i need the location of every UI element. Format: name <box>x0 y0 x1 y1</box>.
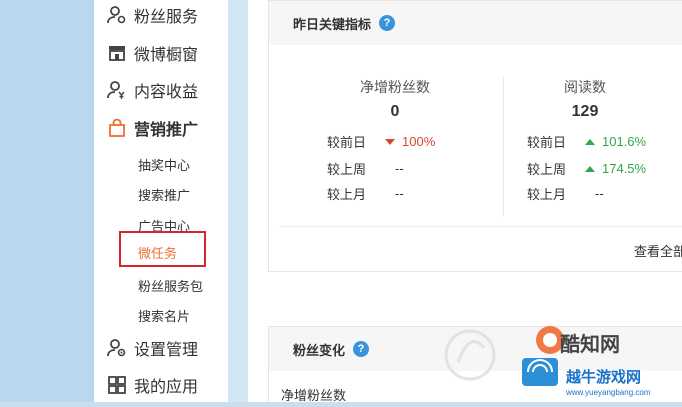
sidebar-item-settings[interactable]: 设置管理 <box>106 335 198 361</box>
card-title: 昨日关键指标 <box>293 16 372 32</box>
shopping-bag-icon <box>106 117 128 139</box>
row-label: 较前日 <box>327 135 367 150</box>
sidebar-item-my-apps[interactable]: 我的应用 <box>106 372 198 398</box>
sidebar-item-fans-service[interactable]: 粉丝服务 <box>106 2 198 28</box>
row-value: 101.6% <box>602 134 647 149</box>
storefront-icon <box>106 42 128 64</box>
sidebar: 粉丝服务 微博橱窗 内容收益 营销推广 抽奖中心 搜索推广 广告中心 微任务 粉… <box>94 0 228 402</box>
sub-item-lottery-center[interactable]: 抽奖中心 <box>138 155 190 174</box>
watermark-logo-icon <box>444 326 564 386</box>
view-all-link[interactable]: 查看全部 <box>634 241 682 260</box>
row-value: -- <box>395 186 404 201</box>
person-settings-icon <box>106 337 128 359</box>
metric-row: 较上周 -- <box>327 159 404 178</box>
sidebar-item-weibo-showcase[interactable]: 微博橱窗 <box>106 40 198 66</box>
metric-value: 129 <box>571 103 599 120</box>
row-label: 较上周 <box>327 162 367 177</box>
metric-net-fans: 净增粉丝数 0 较前日 100% 较上周 -- 较上月 -- <box>289 77 501 227</box>
metric-row: 较前日 101.6% <box>527 132 646 151</box>
trend-up-icon <box>585 138 595 145</box>
watermark-brand: 酷知网 <box>560 334 620 356</box>
row-label: 较前日 <box>527 135 567 150</box>
metric-name: 净增粉丝数 <box>360 79 430 95</box>
sidebar-item-label: 内容收益 <box>134 84 199 101</box>
sidebar-item-label: 我的应用 <box>134 379 199 396</box>
watermark-url: www.yueyangbang.com <box>566 388 651 397</box>
trend-up-icon <box>585 165 595 172</box>
row-value: -- <box>595 186 604 201</box>
trend-down-icon <box>385 138 395 145</box>
row-label: 较上周 <box>527 162 567 177</box>
metric-row: 较上周 174.5% <box>527 159 646 178</box>
person-gear-icon <box>106 4 128 26</box>
sidebar-item-label: 微博橱窗 <box>134 47 199 64</box>
row-value: 100% <box>402 134 436 149</box>
row-label: 较上月 <box>527 187 567 202</box>
left-background-strip <box>0 0 94 402</box>
layout-gap <box>228 0 248 402</box>
sub-item-search-card[interactable]: 搜索名片 <box>138 306 190 325</box>
metric-row: 较上月 -- <box>327 184 404 203</box>
sidebar-item-marketing[interactable]: 营销推广 <box>106 115 198 141</box>
person-yen-icon <box>106 79 128 101</box>
row-value: -- <box>395 161 404 176</box>
question-mark-icon[interactable]: ? <box>353 341 370 357</box>
metric-value: 0 <box>390 103 400 120</box>
card-header: 昨日关键指标 ? <box>269 1 682 45</box>
fans-change-subtitle: 净增粉丝数 <box>281 388 347 402</box>
sidebar-item-label: 粉丝服务 <box>134 9 199 26</box>
highlight-box <box>119 231 206 267</box>
metric-name: 阅读数 <box>564 79 606 95</box>
metric-row: 较上月 -- <box>527 184 604 203</box>
apps-grid-icon <box>106 374 128 396</box>
sidebar-item-label: 设置管理 <box>134 342 199 359</box>
watermark-brand-secondary: 越牛游戏网 <box>566 369 642 386</box>
question-mark-icon[interactable]: ? <box>379 15 396 31</box>
sidebar-item-label: 营销推广 <box>134 122 199 139</box>
card-title: 粉丝变化 <box>293 342 346 358</box>
row-value: 174.5% <box>602 161 647 176</box>
metric-reads: 阅读数 129 较前日 101.6% 较上周 174.5% 较上月 -- <box>479 77 682 227</box>
watermark: 酷知网 越牛游戏网 www.yueyangbang.com <box>430 300 682 402</box>
sidebar-item-content-income[interactable]: 内容收益 <box>106 77 198 103</box>
sub-item-search-promotion[interactable]: 搜索推广 <box>138 185 190 204</box>
sub-item-fans-service-pack[interactable]: 粉丝服务包 <box>138 276 203 295</box>
row-divider <box>279 226 682 227</box>
row-label: 较上月 <box>327 187 367 202</box>
metric-row: 较前日 100% <box>327 132 435 151</box>
key-metrics-card: 昨日关键指标 ? 净增粉丝数 0 较前日 100% 较上周 -- 较上月 -- … <box>268 0 682 272</box>
